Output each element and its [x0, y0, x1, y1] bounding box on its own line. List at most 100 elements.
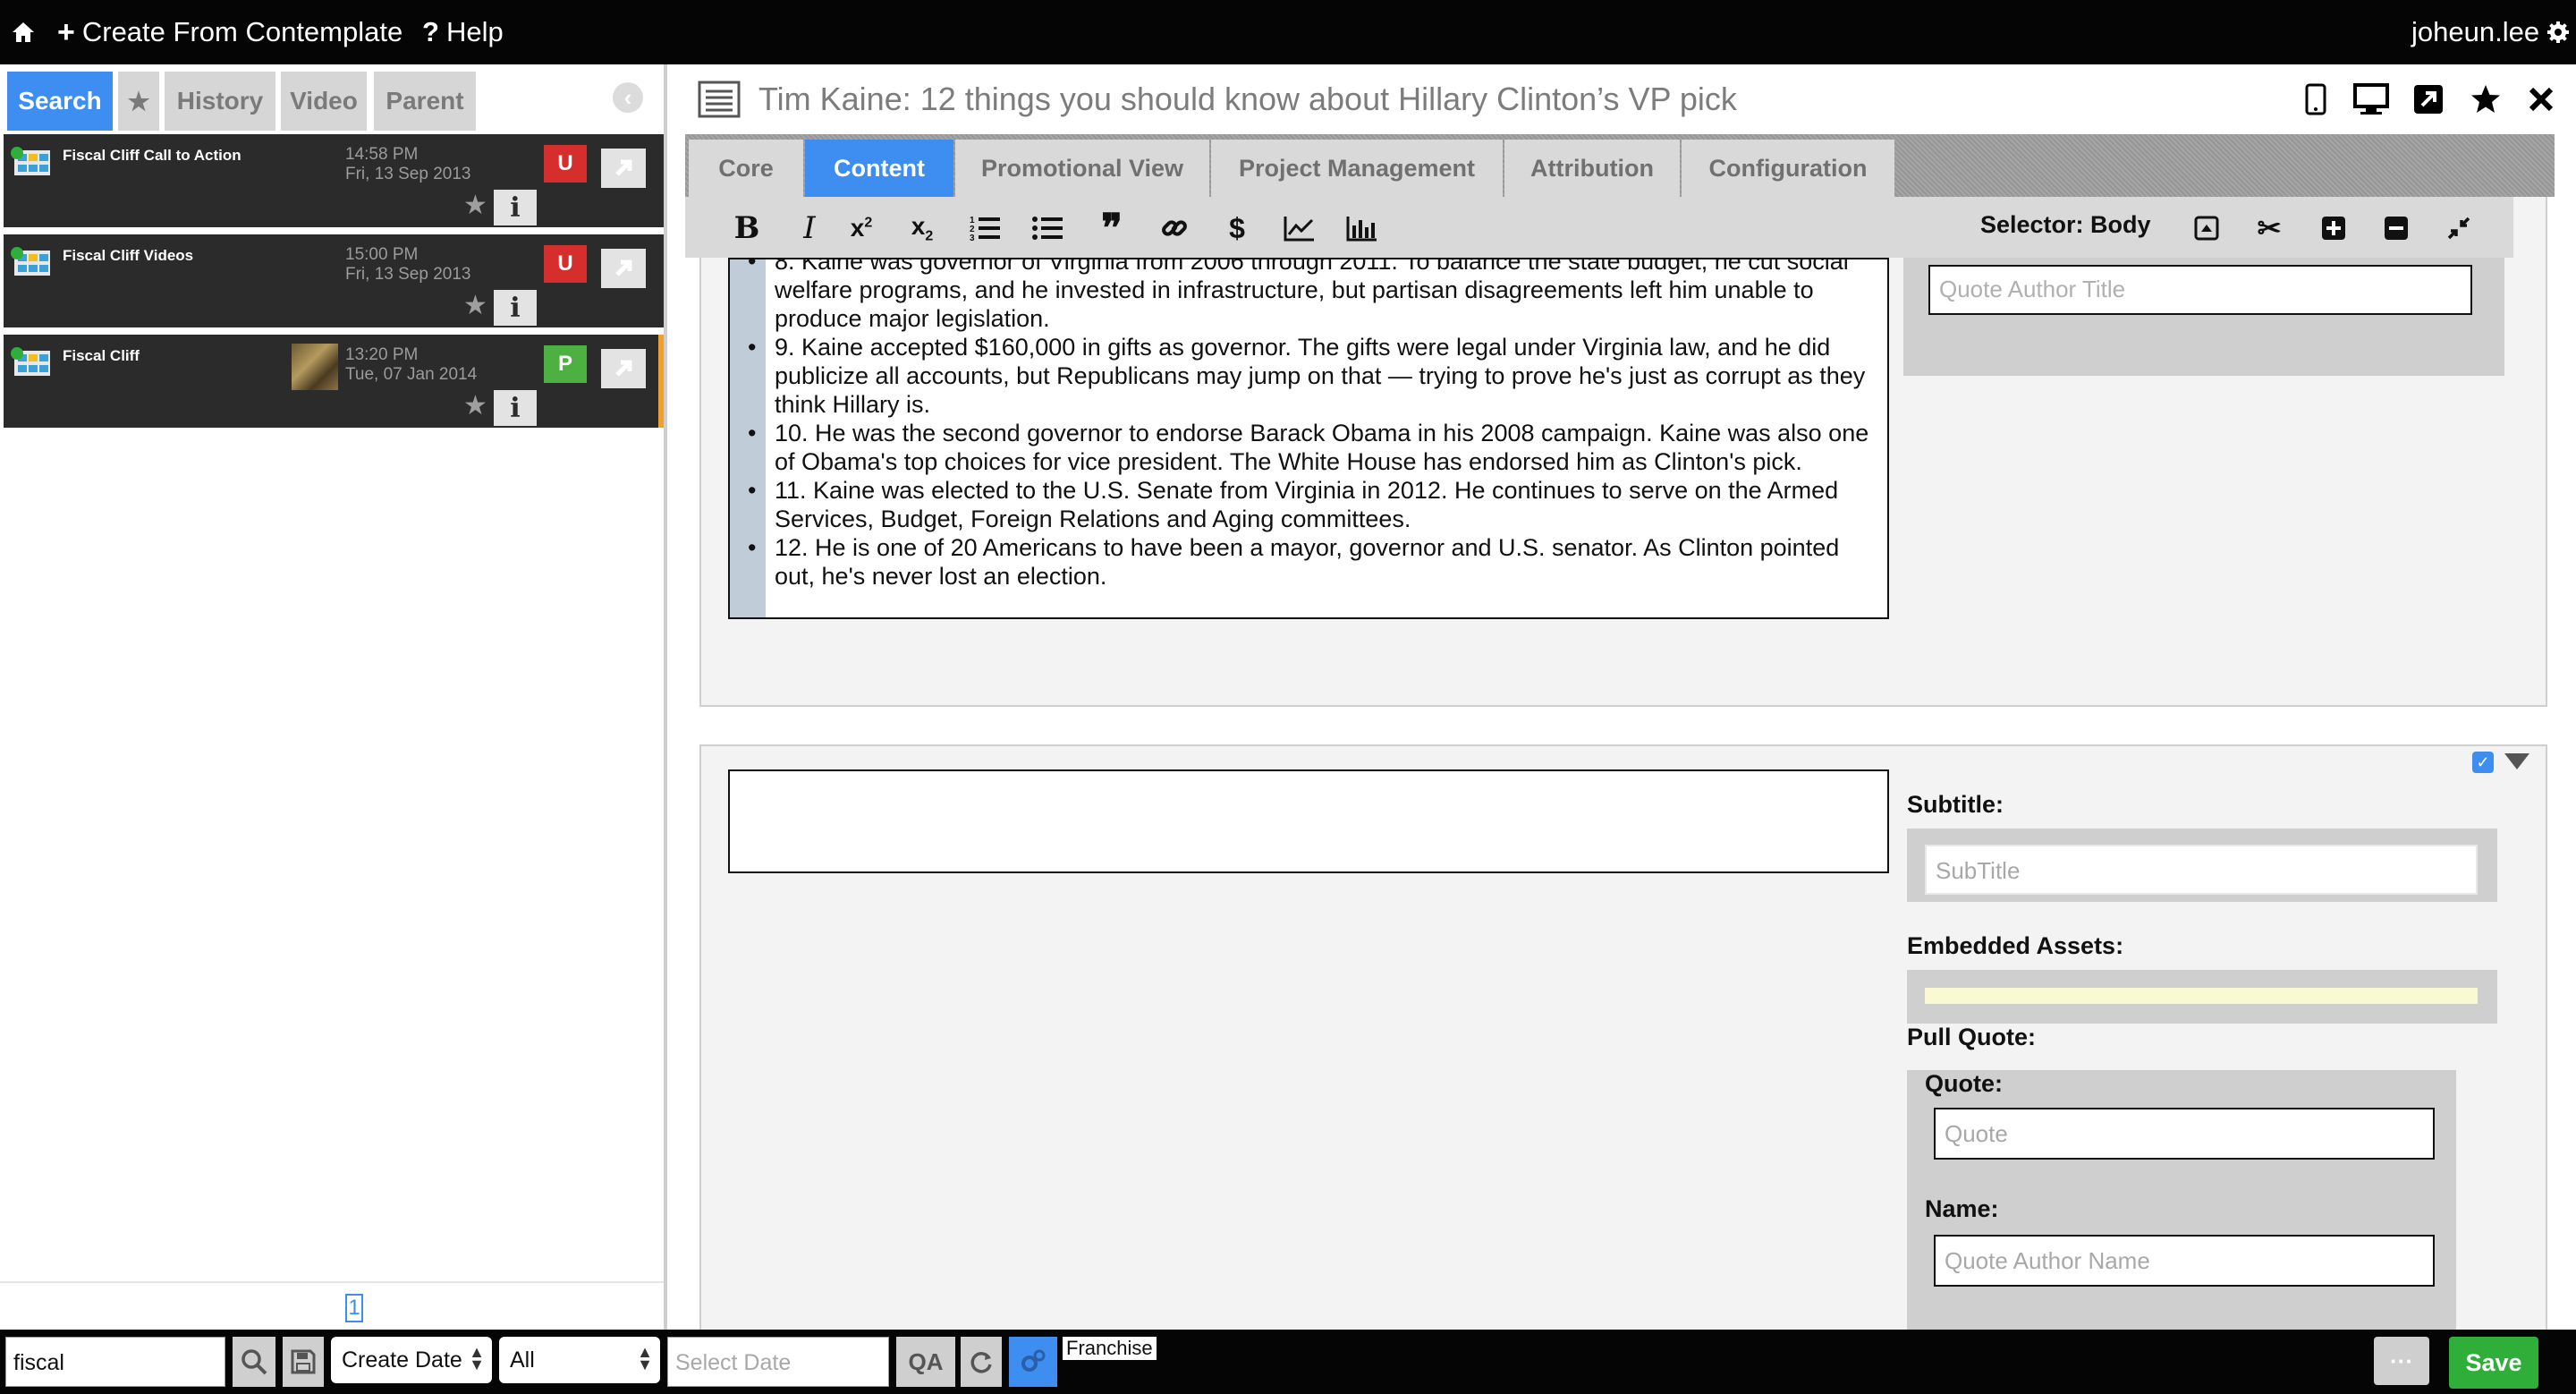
- cut-button[interactable]: ✂: [2250, 209, 2288, 247]
- franchise-label[interactable]: Franchise: [1063, 1337, 1157, 1360]
- open-button[interactable]: [601, 149, 646, 188]
- filter-select[interactable]: All ▲ ▼: [499, 1337, 660, 1383]
- move-up-button[interactable]: [2188, 209, 2225, 247]
- embedded-assets-label: Embedded Assets:: [1907, 932, 2124, 959]
- select-arrows-icon: ▲ ▼: [637, 1343, 653, 1373]
- more-button[interactable]: ···: [2374, 1337, 2429, 1385]
- bottom-bar: fiscal Create Date ▲ ▼ All ▲ ▼ Select Date Q…: [0, 1330, 2576, 1394]
- tab-content[interactable]: Content: [805, 140, 953, 197]
- tab-history[interactable]: History: [165, 72, 275, 131]
- collapse-triangle-icon[interactable]: [2504, 753, 2529, 769]
- result-date: Fri, 13 Sep 2013: [345, 165, 471, 183]
- refresh-button[interactable]: [961, 1337, 1002, 1387]
- tab-search[interactable]: Search: [7, 72, 113, 131]
- list-item: 12. He is one of 20 Americans to have be…: [748, 533, 1884, 591]
- tab-promotional-view[interactable]: Promotional View: [955, 140, 1209, 197]
- tab-project-management[interactable]: Project Management: [1211, 140, 1503, 197]
- result-time: 13:20 PM: [345, 345, 419, 364]
- open-button[interactable]: [601, 349, 646, 388]
- favorite-star-icon[interactable]: ★: [463, 190, 487, 221]
- tab-favorites[interactable]: ★: [118, 72, 159, 131]
- superscript-icon: x2: [850, 214, 873, 242]
- search-button[interactable]: [233, 1337, 275, 1387]
- svg-text:3: 3: [970, 234, 975, 242]
- result-timestamp: 13:20 PM Tue, 07 Jan 2014: [345, 345, 477, 385]
- bold-button[interactable]: B: [728, 209, 766, 247]
- body-editor[interactable]: 8. Kaine was governor of Virginia from 2…: [728, 258, 1889, 619]
- tab-video[interactable]: Video: [281, 72, 367, 131]
- chevron-left-icon: ‹: [623, 83, 632, 111]
- save-button[interactable]: Save: [2449, 1337, 2538, 1389]
- quote-author-name-field[interactable]: Quote Author Name: [1934, 1235, 2435, 1287]
- save-search-button[interactable]: [283, 1337, 324, 1387]
- search-result[interactable]: Fiscal Cliff 13:20 PM Tue, 07 Jan 2014 P …: [4, 335, 664, 428]
- open-button[interactable]: [601, 249, 646, 288]
- date-input[interactable]: Select Date: [667, 1337, 889, 1387]
- page-number[interactable]: 1: [345, 1294, 363, 1322]
- qa-search-button[interactable]: QA: [896, 1337, 955, 1387]
- link-button[interactable]: [1156, 209, 1193, 247]
- info-button[interactable]: i: [494, 190, 537, 225]
- embedded-assets-dropzone[interactable]: [1925, 988, 2478, 1004]
- favorite-star-icon[interactable]: ★: [463, 390, 487, 421]
- sort-select[interactable]: Create Date ▲ ▼: [331, 1337, 492, 1383]
- subscript-button[interactable]: x2: [903, 209, 941, 247]
- subtitle-field[interactable]: SubTitle: [1925, 845, 2478, 895]
- mobile-preview-button[interactable]: [2293, 77, 2338, 122]
- remove-block-button[interactable]: [2377, 209, 2415, 247]
- line-chart-button[interactable]: [1281, 209, 1318, 247]
- gear-icon: [2547, 21, 2570, 43]
- ordered-list-button[interactable]: 123: [966, 209, 1004, 247]
- favorite-button[interactable]: [2463, 77, 2508, 122]
- home-button[interactable]: [11, 0, 36, 64]
- blockquote-button[interactable]: ❞: [1093, 206, 1131, 251]
- open-external-button[interactable]: [2406, 77, 2451, 122]
- editor-panel: Tim Kaine: 12 things you should know abo…: [685, 64, 2576, 1330]
- quote-icon: ❞: [1101, 205, 1123, 251]
- qa-search-icon: QA: [908, 1347, 944, 1375]
- search-result[interactable]: Fiscal Cliff Videos 15:00 PM Fri, 13 Sep …: [4, 234, 664, 327]
- info-button[interactable]: i: [494, 390, 537, 426]
- quote-author-title-field[interactable]: Quote Author Title: [1928, 265, 2472, 315]
- result-date: Fri, 13 Sep 2013: [345, 265, 471, 284]
- secondary-editor[interactable]: [728, 769, 1889, 873]
- close-button[interactable]: [2519, 77, 2563, 122]
- floppy-disk-icon: [291, 1349, 316, 1374]
- user-menu[interactable]: joheun.lee: [2411, 0, 2570, 64]
- superscript-button[interactable]: x2: [843, 209, 880, 247]
- check-icon: ✓: [2476, 752, 2490, 771]
- desktop-preview-button[interactable]: [2349, 77, 2394, 122]
- result-date: Tue, 07 Jan 2014: [345, 365, 478, 384]
- refresh-icon: [970, 1352, 992, 1373]
- arrow-up-right-icon: [615, 159, 632, 176]
- body-list: 8. Kaine was governor of Virginia from 2…: [748, 259, 1884, 591]
- select-arrows-icon: ▲ ▼: [469, 1343, 485, 1373]
- list-item: 10. He was the second governor to endors…: [748, 419, 1884, 476]
- tab-parent[interactable]: Parent: [374, 72, 476, 131]
- help-link[interactable]: ? Help: [422, 0, 504, 64]
- info-button[interactable]: i: [494, 290, 537, 326]
- tab-core[interactable]: Core: [689, 140, 803, 197]
- result-timestamp: 14:58 PM Fri, 13 Sep 2013: [345, 145, 470, 184]
- bar-chart-button[interactable]: [1343, 209, 1381, 247]
- italic-button[interactable]: I: [791, 209, 828, 247]
- settings-button[interactable]: [1009, 1337, 1057, 1387]
- create-from-template-link[interactable]: + Create From Contemplate: [57, 0, 402, 64]
- collapse-panel-button[interactable]: ‹: [613, 82, 643, 113]
- close-icon: [2529, 87, 2554, 112]
- add-block-button[interactable]: [2315, 209, 2352, 247]
- tab-attribution[interactable]: Attribution: [1504, 140, 1680, 197]
- favorite-star-icon[interactable]: ★: [463, 290, 487, 321]
- tab-configuration[interactable]: Configuration: [1682, 140, 1894, 197]
- name-label: Name:: [1925, 1195, 1999, 1222]
- search-result[interactable]: Fiscal Cliff Call to Action 14:58 PM Fri,…: [4, 134, 664, 227]
- selector-label: Selector: Body: [1980, 211, 2151, 238]
- quote-field[interactable]: Quote: [1934, 1108, 2435, 1160]
- compress-button[interactable]: [2440, 209, 2478, 247]
- currency-button[interactable]: $: [1218, 209, 1256, 247]
- result-time: 14:58 PM: [345, 145, 419, 164]
- search-input[interactable]: fiscal: [5, 1337, 225, 1387]
- section-checkbox[interactable]: ✓: [2472, 752, 2494, 773]
- external-link-icon: [2414, 85, 2443, 114]
- bullet-list-button[interactable]: [1029, 209, 1066, 247]
